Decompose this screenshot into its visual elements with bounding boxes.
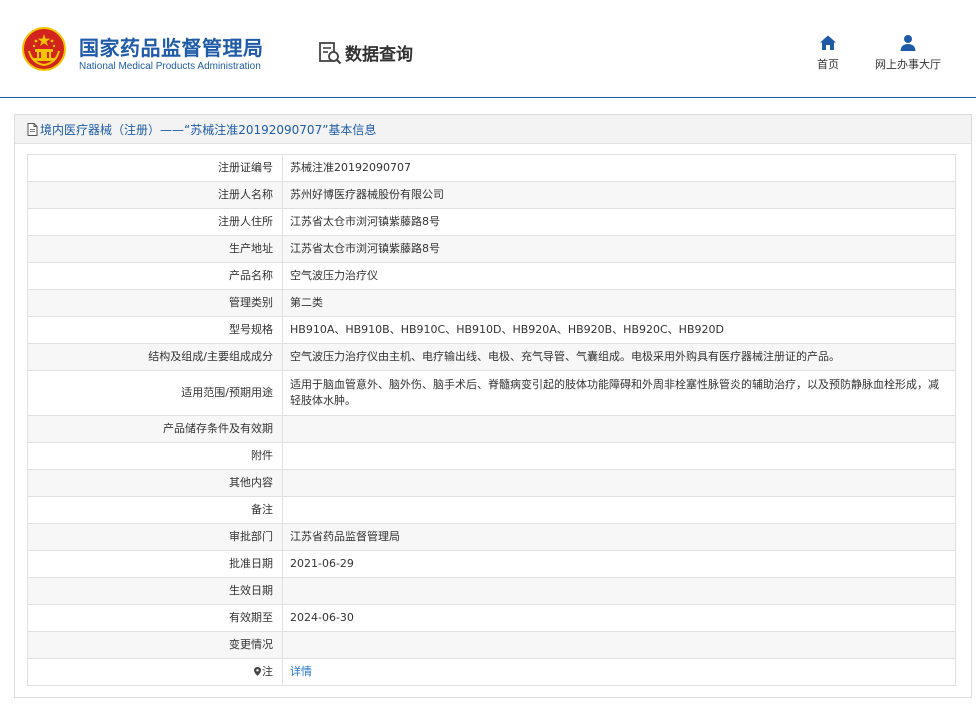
field-value [282,496,956,524]
field-label: 生产地址 [27,235,283,263]
nav-home-label: 首页 [817,58,839,71]
nav-online-hall-link[interactable]: 网上办事大厅 [871,34,945,72]
field-label: 变更情况 [27,631,283,659]
field-value [282,469,956,497]
field-value [282,577,956,605]
top-header: 国家药品监督管理局 National Medical Products Admi… [0,0,976,98]
field-value: 江苏省药品监督管理局 [282,523,956,551]
field-label: 生效日期 [27,577,283,605]
table-row: 产品名称 空气波压力治疗仪 [27,262,956,290]
table-row: 注册人名称 苏州好博医疗器械股份有限公司 [27,181,956,209]
field-value: 2021-06-29 [282,550,956,578]
data-query-title: 数据查询 [318,40,413,65]
nav-home-link[interactable]: 首页 [811,34,845,72]
field-label: 型号规格 [27,316,283,344]
field-label: 产品名称 [27,262,283,290]
table-row: 其他内容 [27,469,956,497]
field-value: 苏械注准20192090707 [282,154,956,182]
panel-header: 境内医疗器械（注册）——“苏械注准20192090707”基本信息 [15,115,971,144]
field-value: 详情 [282,658,956,686]
field-label: 管理类别 [27,289,283,317]
field-value: 苏州好博医疗器械股份有限公司 [282,181,956,209]
table-row: 审批部门 江苏省药品监督管理局 [27,523,956,551]
field-label: 审批部门 [27,523,283,551]
table-row: 注册人住所 江苏省太仓市浏河镇紫藤路8号 [27,208,956,236]
field-value [282,631,956,659]
table-row: 管理类别 第二类 [27,289,956,317]
table-row: 型号规格 HB910A、HB910B、HB910C、HB910D、HB920A、H… [27,316,956,344]
field-label: 附件 [27,442,283,470]
field-value: 空气波压力治疗仪由主机、电疗输出线、电极、充气导管、气囊组成。电极采用外购具有医… [282,343,956,371]
field-label: 批准日期 [27,550,283,578]
user-icon [900,35,916,51]
document-search-icon [319,41,342,64]
national-emblem-icon [22,27,66,71]
field-value: 江苏省太仓市浏河镇紫藤路8号 [282,235,956,263]
document-icon [27,122,38,136]
panel-title: 境内医疗器械（注册）——“苏械注准20192090707”基本信息 [40,122,377,137]
field-label: 注册人住所 [27,208,283,236]
table-row: 批准日期 2021-06-29 [27,550,956,578]
field-value: HB910A、HB910B、HB910C、HB910D、HB920A、HB920… [282,316,956,344]
field-value [282,415,956,443]
table-row: 有效期至 2024-06-30 [27,604,956,632]
detail-link[interactable]: 详情 [290,665,312,678]
table-row: 变更情况 [27,631,956,659]
table-row: 产品储存条件及有效期 [27,415,956,443]
field-label: 注册证编号 [27,154,283,182]
field-label: 备注 [27,496,283,524]
location-pin-icon [254,667,261,676]
table-row: 生产地址 江苏省太仓市浏河镇紫藤路8号 [27,235,956,263]
org-name-cn: 国家药品监督管理局 [79,36,264,60]
field-value: 2024-06-30 [282,604,956,632]
info-table: 注册证编号 苏械注准20192090707 注册人名称 苏州好博医疗器械股份有限公司… [27,154,956,686]
field-value [282,442,956,470]
query-title-text: 数据查询 [345,45,413,65]
table-row: 注册证编号 苏械注准20192090707 [27,154,956,182]
table-row: 备注 [27,496,956,524]
table-row: 适用范围/预期用途 适用于脑血管意外、脑外伤、脑手术后、脊髓病变引起的肢体功能障碍… [27,370,956,416]
info-panel: 境内医疗器械（注册）——“苏械注准20192090707”基本信息 注册证编号苏… [14,114,972,698]
field-label: 其他内容 [27,469,283,497]
field-label: 注 [27,658,283,686]
field-label: 注册人名称 [27,181,283,209]
table-row: 生效日期 [27,577,956,605]
field-value: 第二类 [282,289,956,317]
table-row: 注 详情 [27,658,956,686]
field-value: 空气波压力治疗仪 [282,262,956,290]
field-value: 江苏省太仓市浏河镇紫藤路8号 [282,208,956,236]
field-label: 结构及组成/主要组成成分 [27,343,283,371]
nav-online-hall-label: 网上办事大厅 [875,58,941,71]
field-label: 产品储存条件及有效期 [27,415,283,443]
field-label: 有效期至 [27,604,283,632]
table-row: 附件 [27,442,956,470]
table-row: 结构及组成/主要组成成分 空气波压力治疗仪由主机、电疗输出线、电极、充气导管、气囊… [27,343,956,371]
note-label: 注 [262,665,273,678]
field-value: 适用于脑血管意外、脑外伤、脑手术后、脊髓病变引起的肢体功能障碍和外周非栓塞性脉管… [282,370,956,416]
field-label: 适用范围/预期用途 [27,370,283,416]
home-icon [820,35,836,50]
org-name-en: National Medical Products Administration [79,61,261,72]
